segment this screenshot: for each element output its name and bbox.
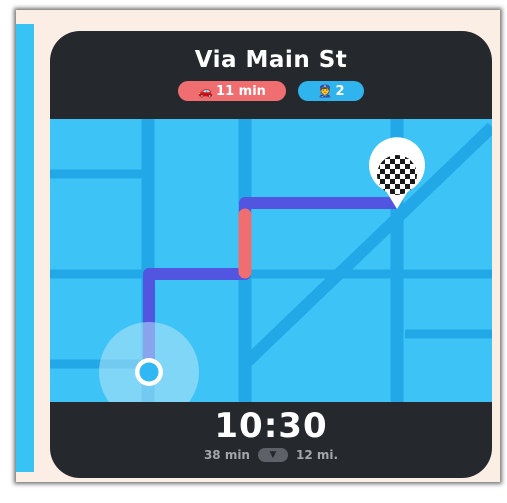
traffic-delay-label: 11 min — [216, 83, 266, 99]
police-officer-icon: 👮 — [317, 84, 333, 98]
trip-duration: 38 min — [203, 448, 250, 462]
arrival-time: 10:30 — [214, 406, 328, 446]
trip-summary: 38 min ▼ 12 mi. — [50, 448, 492, 462]
route-title: Via Main St — [194, 47, 348, 73]
location-dot-icon[interactable] — [99, 322, 199, 422]
route-header: Via Main St 🚗 11 min 👮 2 — [50, 31, 492, 119]
car-icon: 🚗 — [198, 84, 214, 98]
eta-panel[interactable]: 10:30 38 min ▼ 12 mi. — [50, 402, 492, 478]
navigation-card: Via Main St 🚗 11 min 👮 2 10:30 38 min ▼ … — [50, 31, 492, 478]
police-report-badge[interactable]: 👮 2 — [298, 81, 364, 101]
chevron-down-icon[interactable]: ▼ — [257, 448, 288, 462]
traffic-delay-badge[interactable]: 🚗 11 min — [178, 81, 286, 101]
road — [240, 122, 492, 369]
route-badges: 🚗 11 min 👮 2 — [50, 81, 492, 101]
trip-distance: 12 mi. — [295, 448, 339, 462]
police-count-label: 2 — [335, 83, 345, 99]
map-canvas — [50, 119, 492, 422]
route-map[interactable] — [50, 119, 492, 422]
frame-accent — [16, 24, 34, 472]
